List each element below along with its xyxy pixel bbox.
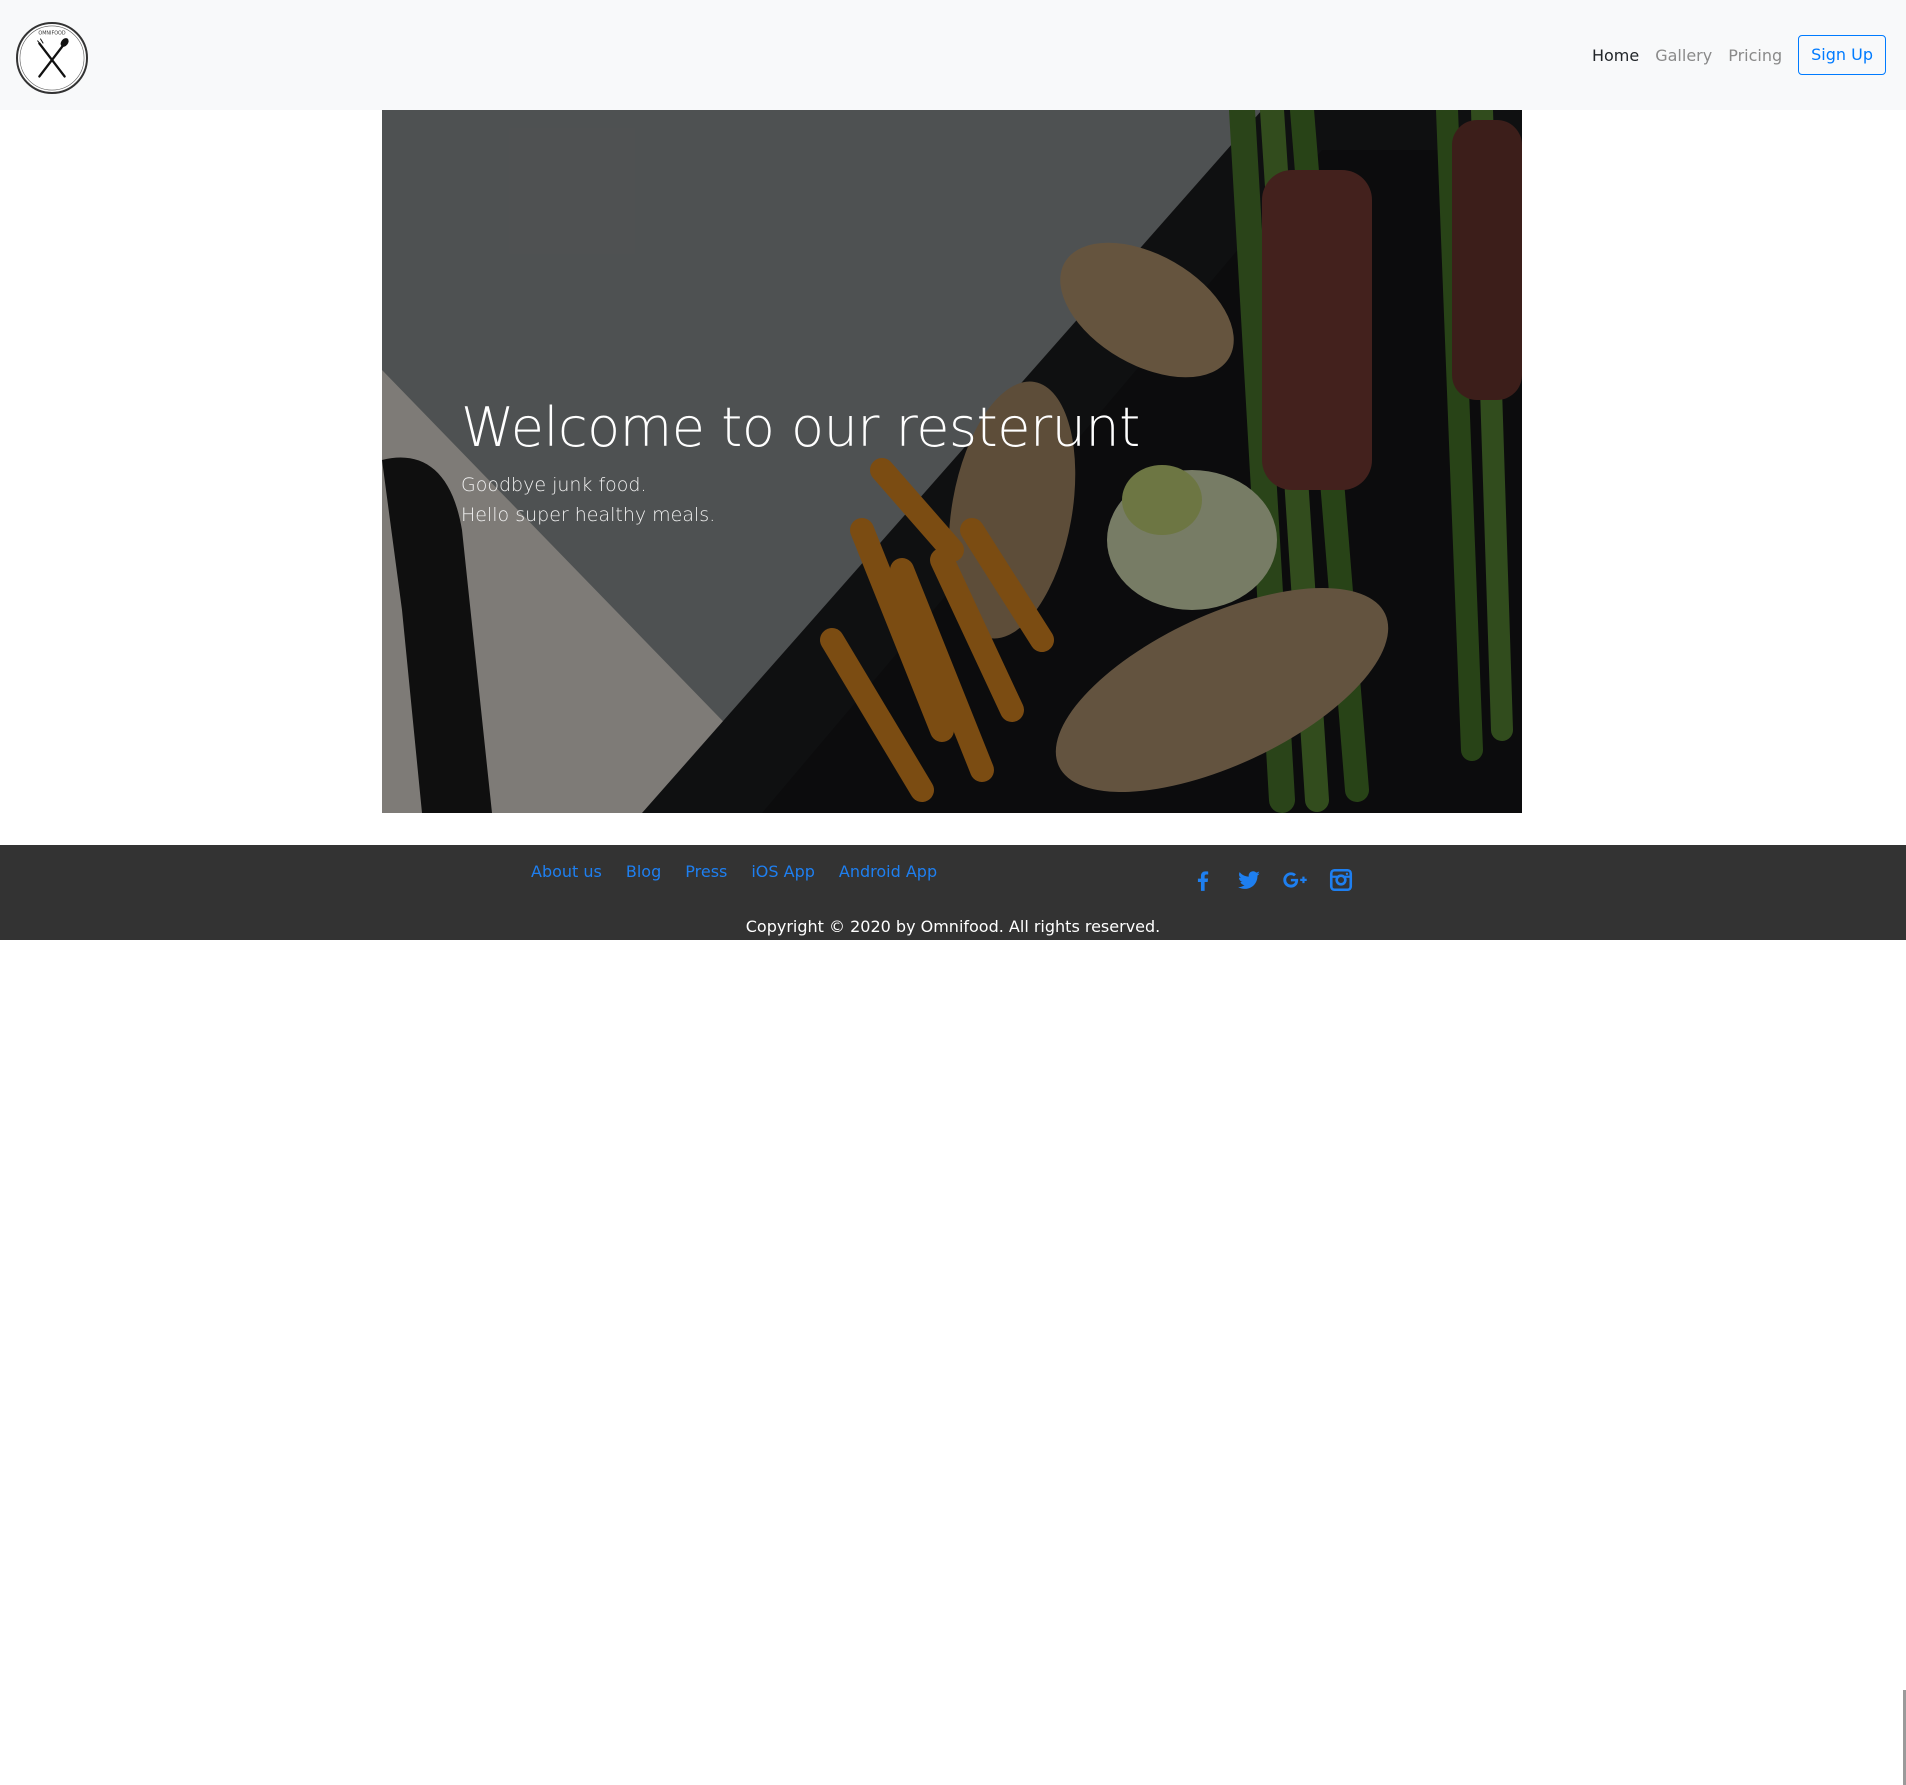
navbar: OMNIFOOD Home Gallery Pricing Sign Up	[0, 0, 1906, 110]
nav-link-home[interactable]: Home	[1592, 46, 1639, 65]
copyright-text: Copyright © 2020 by Omnifood. All rights…	[745, 917, 1161, 936]
hero-subtitle-line2: Hello super healthy meals.	[461, 504, 716, 526]
fork-spoon-logo-icon[interactable]: OMNIFOOD	[16, 22, 88, 94]
footer-link-press[interactable]: Press	[685, 862, 727, 881]
hero-subtitle: Goodbye junk food. Hello super healthy m…	[461, 470, 715, 530]
hero-subtitle-line1: Goodbye junk food.	[461, 474, 647, 496]
google-plus-icon[interactable]	[1282, 867, 1308, 893]
footer-link-blog[interactable]: Blog	[626, 862, 661, 881]
footer: About us Blog Press iOS App Android App …	[0, 845, 1906, 1785]
nav-link-pricing[interactable]: Pricing	[1728, 46, 1782, 65]
footer-link-ios-app[interactable]: iOS App	[751, 862, 815, 881]
footer-link-android-app[interactable]: Android App	[839, 862, 937, 881]
hero-section: Welcome to our resterunt Goodbye junk fo…	[382, 110, 1522, 813]
footer-links: About us Blog Press iOS App Android App	[531, 862, 961, 881]
hero-overlay	[382, 110, 1522, 813]
svg-text:OMNIFOOD: OMNIFOOD	[38, 31, 65, 37]
social-links	[1190, 867, 1374, 893]
nav-links: Home Gallery Pricing Sign Up	[1592, 35, 1886, 75]
instagram-icon[interactable]	[1328, 867, 1354, 893]
twitter-icon[interactable]	[1236, 867, 1262, 893]
hero-title: Welcome to our resterunt	[461, 396, 1140, 459]
nav-link-gallery[interactable]: Gallery	[1655, 46, 1712, 65]
facebook-icon[interactable]	[1190, 867, 1216, 893]
footer-link-about-us[interactable]: About us	[531, 862, 602, 881]
signup-button[interactable]: Sign Up	[1798, 35, 1886, 75]
